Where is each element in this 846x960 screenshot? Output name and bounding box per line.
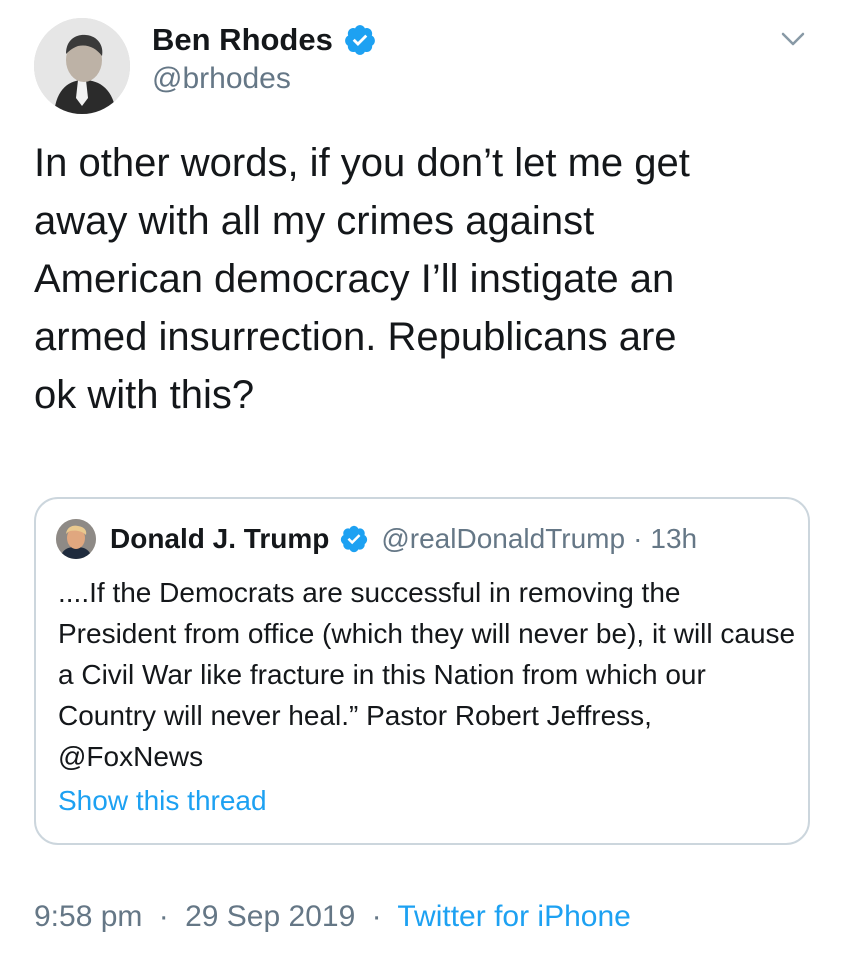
footer-separator: ·	[158, 900, 169, 933]
chevron-down-icon[interactable]	[776, 22, 810, 56]
tweet-text: In other words, if you don’t let me get …	[34, 141, 690, 417]
tweet-time[interactable]: 9:58 pm	[34, 900, 142, 933]
tweet-card: Ben Rhodes @brhodes In other words, if y…	[0, 0, 846, 960]
tweet-footer: 9:58 pm · 29 Sep 2019 · Twitter for iPho…	[34, 900, 631, 934]
quoted-author-handle: @realDonaldTrump	[381, 523, 626, 554]
quoted-header: Donald J. Trump @realDonaldTrump · 13h	[110, 517, 697, 561]
footer-separator: ·	[371, 900, 382, 933]
quoted-separator: ·	[633, 523, 643, 554]
tweet-date[interactable]: 29 Sep 2019	[185, 900, 355, 933]
quoted-author-name: Donald J. Trump	[110, 523, 330, 554]
author-handle[interactable]: @brhodes	[152, 62, 291, 96]
quoted-tweet-text: ....If the Democrats are successful in r…	[58, 577, 796, 772]
verified-badge-icon	[343, 23, 377, 57]
verified-badge-icon	[339, 524, 369, 554]
quoted-author-avatar	[56, 519, 96, 559]
tweet-source-link[interactable]: Twitter for iPhone	[397, 900, 630, 933]
author-name[interactable]: Ben Rhodes	[152, 22, 333, 58]
quoted-tweet[interactable]: Donald J. Trump @realDonaldTrump · 13h .…	[34, 497, 810, 845]
show-thread-link[interactable]: Show this thread	[58, 785, 267, 817]
author-name-row[interactable]: Ben Rhodes	[152, 18, 377, 62]
author-avatar[interactable]	[34, 18, 130, 114]
quoted-timestamp: 13h	[650, 523, 698, 554]
